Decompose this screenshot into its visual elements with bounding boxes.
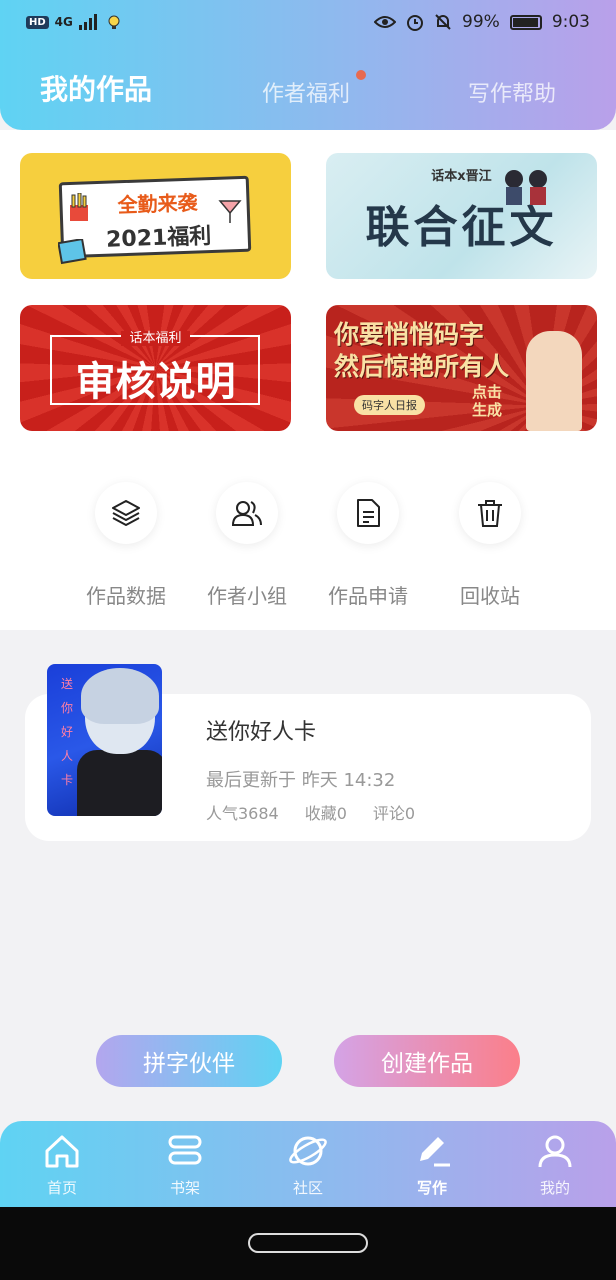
pen-icon <box>420 1137 450 1167</box>
work-comments: 评论0 <box>372 804 416 823</box>
nav-label: 书架 <box>169 1179 200 1197</box>
banner-review-guide[interactable]: 话本福利 审核说明 <box>20 305 291 431</box>
nav-label: 首页 <box>46 1179 77 1197</box>
hd-badge: HD <box>26 15 49 29</box>
lightbulb-icon <box>108 15 120 29</box>
tab-author-benefits[interactable]: 作者福利 <box>262 76 350 108</box>
nav-bookshelf[interactable]: 书架 <box>145 1129 225 1203</box>
system-nav-bar <box>0 1207 616 1280</box>
shortcut-label: 作品数据 <box>86 584 166 608</box>
shortcut-author-group[interactable]: 作者小组 <box>187 482 307 612</box>
nav-label: 我的 <box>539 1179 570 1197</box>
nav-label: 写作 <box>416 1179 447 1197</box>
characters-illustration <box>505 170 547 205</box>
document-icon <box>337 482 399 544</box>
layers-icon <box>95 482 157 544</box>
home-icon <box>45 1135 79 1168</box>
profile-icon <box>538 1135 572 1168</box>
nav-home[interactable]: 首页 <box>22 1129 102 1203</box>
banner-daily-report[interactable]: 你要悄悄码字 然后惊艳所有人 码字人日报 点击生成 <box>326 305 597 431</box>
work-cover-image[interactable]: 送你好人卡 <box>47 664 162 816</box>
cover-figure-hair <box>81 668 159 724</box>
shortcut-label: 作者小组 <box>207 584 287 608</box>
battery-icon <box>509 14 542 30</box>
nav-label: 社区 <box>292 1179 323 1197</box>
banner-joint-contest[interactable]: 话本x晋江 联合征文 <box>326 153 597 279</box>
cover-figure-body <box>77 750 162 816</box>
cocktail-icon <box>218 200 242 223</box>
trash-icon <box>459 482 521 544</box>
work-stats: 人气3684 收藏0 评论0 <box>206 800 415 824</box>
shortcut-recycle-bin[interactable]: 回收站 <box>430 482 550 612</box>
app-screen: HD 4G 99% 9:03 我的作品 作者福利 写作帮助 全勤来袭 2021福… <box>0 0 616 1280</box>
work-last-update: 最后更新于 昨天 14:32 <box>206 770 396 791</box>
signal-icon <box>78 14 97 30</box>
book-icon <box>58 239 87 265</box>
mute-bell-icon <box>435 14 451 30</box>
top-tabs: 我的作品 作者福利 写作帮助 <box>0 62 616 112</box>
group-icon <box>216 482 278 544</box>
alarm-icon <box>407 15 424 31</box>
bookshelf-icon <box>168 1135 202 1165</box>
nav-profile[interactable]: 我的 <box>515 1129 595 1203</box>
nav-community[interactable]: 社区 <box>268 1129 348 1203</box>
banner-top-text: 话本x晋江 <box>431 169 492 184</box>
tab-my-works[interactable]: 我的作品 <box>40 68 152 108</box>
battery-percent: 99% <box>462 12 500 32</box>
banner-line-1: 你要悄悄码字 <box>334 320 485 349</box>
bottom-nav: 首页 书架 社区 写作 我的 <box>0 1121 616 1207</box>
banner-title: 审核说明 <box>75 359 236 405</box>
notification-dot <box>356 70 366 80</box>
banner-tag: 话本福利 <box>20 327 291 346</box>
status-bar: HD 4G 99% 9:03 <box>0 0 616 48</box>
banner-attendance[interactable]: 全勤来袭 2021福利 <box>20 153 291 279</box>
writing-partner-button[interactable]: 拼字伙伴 <box>96 1035 282 1087</box>
nav-write[interactable]: 写作 <box>392 1129 472 1203</box>
work-favorites: 收藏0 <box>304 804 347 823</box>
home-gesture-pill[interactable] <box>248 1233 368 1253</box>
clock: 9:03 <box>551 12 590 32</box>
shortcut-work-application[interactable]: 作品申请 <box>308 482 428 612</box>
shortcut-label: 作品申请 <box>328 584 408 608</box>
work-popularity: 人气3684 <box>206 804 279 823</box>
banner-title: 联合征文 <box>365 202 558 253</box>
shortcut-work-data[interactable]: 作品数据 <box>66 482 186 612</box>
create-work-button[interactable]: 创建作品 <box>334 1035 520 1087</box>
shortcut-label: 回收站 <box>460 584 520 608</box>
eye-icon <box>374 16 397 28</box>
banner-tag: 码字人日报 <box>354 395 425 415</box>
work-title[interactable]: 送你好人卡 <box>206 714 316 746</box>
tab-writing-help[interactable]: 写作帮助 <box>468 76 556 108</box>
header: HD 4G 99% 9:03 我的作品 作者福利 写作帮助 <box>0 0 616 130</box>
cover-title: 送你好人卡 <box>60 677 73 787</box>
fries-icon <box>70 193 88 221</box>
fist-illustration <box>526 331 582 431</box>
banner-cta: 点击生成 <box>472 383 503 419</box>
banner-line-2: 然后惊艳所有人 <box>334 352 510 381</box>
planet-icon <box>289 1136 327 1166</box>
network-type: 4G <box>54 15 73 29</box>
